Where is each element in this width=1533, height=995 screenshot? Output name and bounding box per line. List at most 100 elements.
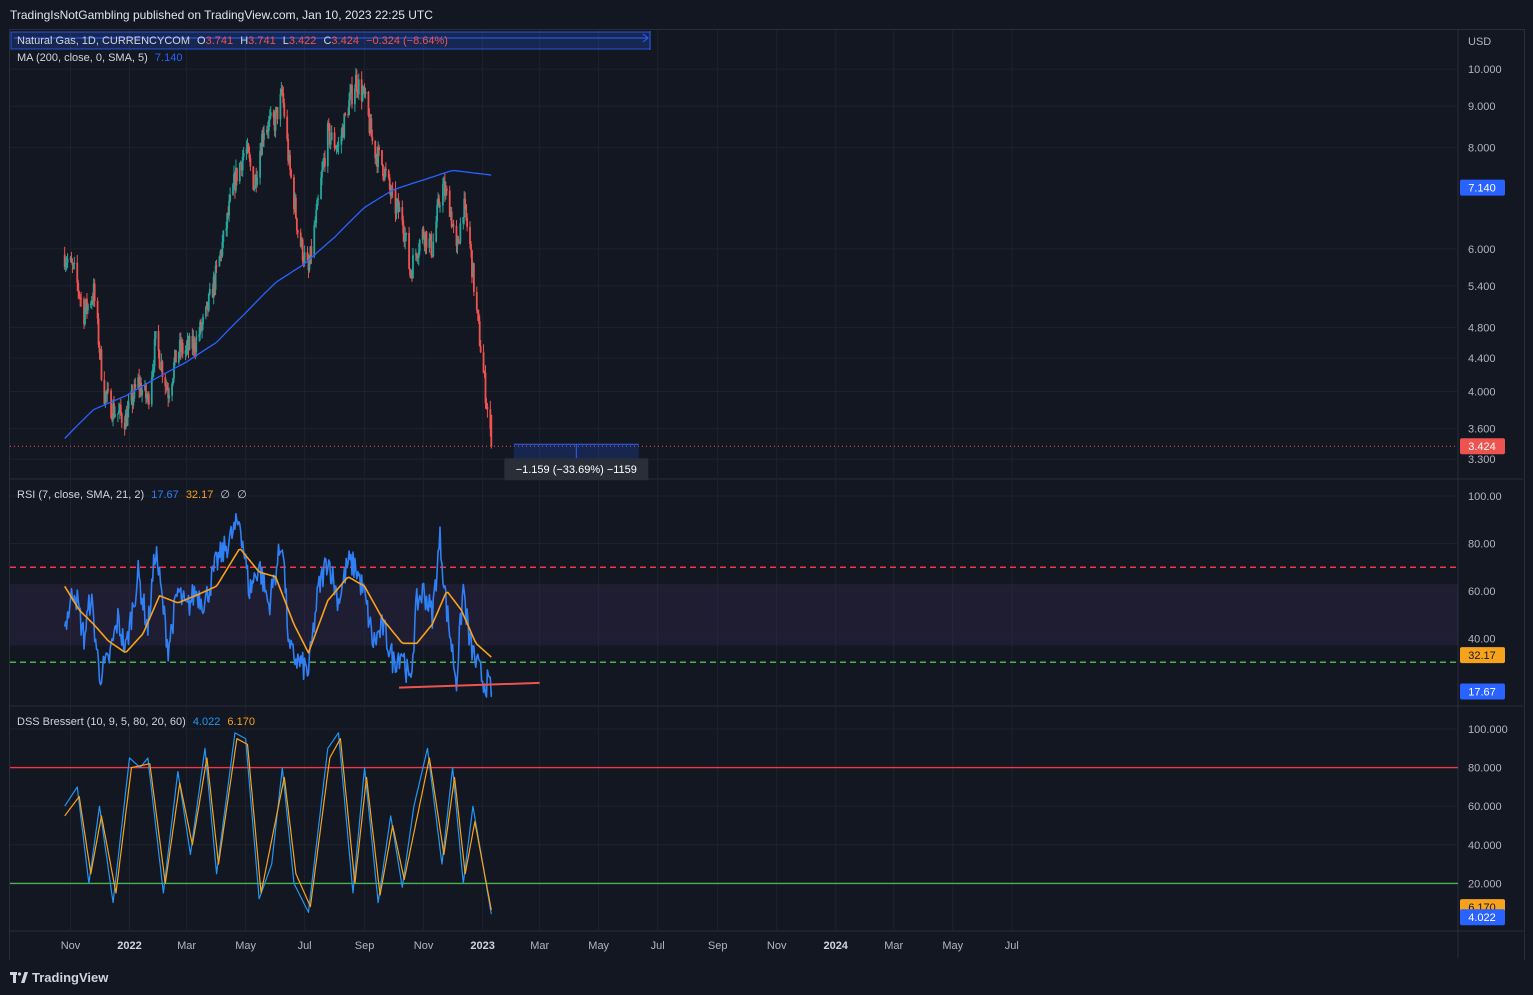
- rsi-empty-1: ∅: [220, 489, 230, 501]
- candle-body: [276, 107, 279, 120]
- candle-body: [80, 298, 83, 300]
- candle-body: [317, 199, 320, 201]
- rsi-sma-badge: 32.17: [1468, 650, 1496, 662]
- rsi-tick-label: 100.00: [1468, 491, 1502, 503]
- candle-body: [308, 263, 311, 271]
- time-tick-label: Sep: [355, 940, 375, 952]
- high-value: 3.741: [248, 35, 276, 47]
- candle-body: [486, 406, 489, 410]
- price-tick-label: 9.000: [1468, 101, 1496, 113]
- price-tick-label: 3.600: [1468, 424, 1496, 436]
- rsi-value: 17.67: [151, 489, 179, 501]
- ma-price-badge: 7.140: [1468, 183, 1496, 195]
- candle-body: [93, 283, 96, 301]
- time-tick-label: May: [235, 940, 256, 952]
- footer-bar: [0, 960, 1533, 995]
- price-tick-label: 5.400: [1468, 281, 1496, 293]
- candle-body: [294, 197, 297, 219]
- candle-body: [324, 157, 326, 167]
- candle-body: [120, 413, 123, 423]
- dss-legend: DSS Bressert (10, 9, 5, 80, 20, 60) 4.02…: [17, 716, 259, 728]
- candle-body: [343, 113, 346, 138]
- candle-body: [73, 262, 76, 264]
- candle-body: [283, 103, 286, 117]
- candle-body: [418, 239, 421, 252]
- price-tick-label: 8.000: [1468, 143, 1496, 155]
- candle-body: [229, 194, 232, 202]
- rsi-trendline: [399, 681, 540, 689]
- rsi-tick-label: 60.00: [1468, 586, 1496, 598]
- time-tick-label: Nov: [61, 940, 81, 952]
- candle-body: [430, 234, 433, 256]
- candle-body: [464, 198, 467, 205]
- rsi-sma-value: 32.17: [185, 489, 214, 501]
- dss-tick-label: 100.000: [1468, 724, 1508, 736]
- time-tick-label: Jul: [298, 940, 312, 952]
- candle-body: [357, 79, 360, 95]
- candle-body: [263, 132, 265, 140]
- candle-body: [175, 350, 177, 363]
- tradingview-logo[interactable]: TradingView: [10, 970, 108, 985]
- rsi-legend: RSI (7, close, SMA, 21, 2) 17.67 32.17 ∅…: [17, 488, 251, 501]
- open-value: 3.741: [205, 35, 234, 47]
- candle-body: [205, 306, 207, 317]
- time-tick-label: Mar: [177, 940, 196, 952]
- candle-body: [238, 163, 241, 182]
- time-tick-label: May: [942, 940, 963, 952]
- time-tick-label: May: [588, 940, 609, 952]
- dss-tick-label: 40.000: [1468, 840, 1502, 852]
- candle-body: [134, 384, 137, 388]
- candle-body: [181, 342, 184, 354]
- last-price-badge: 3.424: [1468, 441, 1496, 453]
- candle-body: [354, 88, 356, 105]
- time-tick-label: Jul: [1005, 940, 1019, 952]
- candle-body: [222, 230, 225, 242]
- dss-fast-value: 4.022: [192, 716, 221, 728]
- price-tick-label: 6.000: [1468, 244, 1496, 256]
- time-tick-label: 2023: [470, 940, 494, 952]
- candle-body: [290, 169, 292, 178]
- time-tick-label: 2022: [117, 940, 141, 952]
- candle-body: [215, 265, 218, 267]
- candle-body: [470, 244, 472, 251]
- dss-fast-line: [64, 732, 492, 915]
- candle-body: [344, 113, 347, 115]
- change-value: −0.324 (−8.64%): [366, 35, 448, 47]
- dss-slow-value: 6.170: [227, 716, 255, 728]
- candle-body: [472, 263, 475, 293]
- candle-body: [442, 183, 444, 206]
- candle-body: [141, 389, 143, 396]
- candle-body: [235, 167, 238, 182]
- rsi-badge: 17.67: [1468, 687, 1496, 699]
- candle-body: [127, 400, 130, 409]
- close-value: 3.424: [331, 35, 359, 47]
- candle-body: [351, 85, 353, 105]
- candle-body: [439, 205, 441, 207]
- candle-body: [158, 350, 161, 369]
- candle-body: [87, 304, 89, 311]
- dss-tick-label: 20.000: [1468, 878, 1502, 890]
- candle-body: [371, 136, 374, 141]
- candle-body: [168, 395, 171, 399]
- price-tick-label: 10.000: [1468, 64, 1502, 76]
- candle-body: [296, 230, 299, 233]
- candle-body: [408, 232, 410, 269]
- candle-body: [77, 282, 80, 292]
- time-tick-label: Nov: [414, 940, 434, 952]
- candle-body: [76, 262, 79, 283]
- price-tick-label: 3.300: [1468, 454, 1496, 466]
- candle-body: [310, 246, 313, 256]
- rsi-tick-label: 80.00: [1468, 539, 1496, 551]
- candle-body: [303, 252, 306, 263]
- candle-body: [378, 147, 380, 151]
- candle-body: [490, 415, 493, 447]
- candle-body: [445, 188, 448, 191]
- high-label: H: [240, 35, 249, 47]
- measure-label: −1.159 (−33.69%) −1159: [516, 464, 637, 476]
- candle-body: [432, 241, 435, 257]
- candle-body: [479, 345, 482, 353]
- candle-body: [147, 394, 150, 405]
- candle-body: [330, 132, 333, 140]
- candle-body: [242, 153, 245, 157]
- time-tick-label: Nov: [767, 940, 787, 952]
